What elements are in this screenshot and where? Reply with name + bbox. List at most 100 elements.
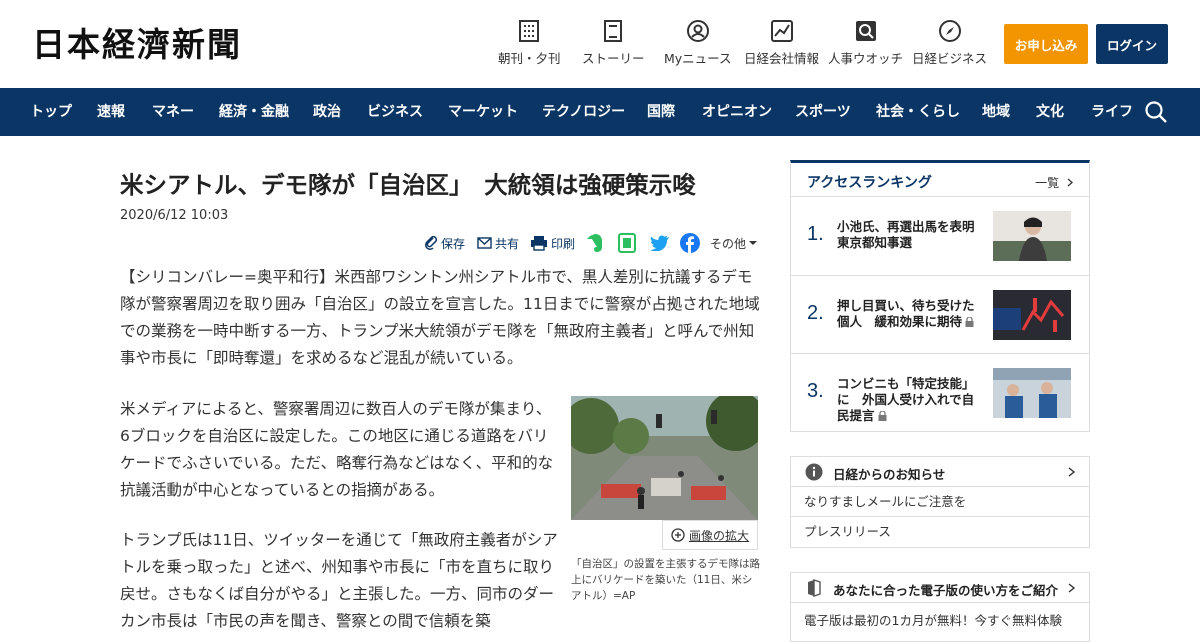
access-ranking: アクセスランキング 一覧 1. 小池氏、再選出馬を表明 東京都知事選 2. 押し… (790, 160, 1090, 432)
nav-item-technology[interactable]: テクノロジー (542, 88, 625, 136)
nav-item-international[interactable]: 国際 (647, 88, 675, 136)
ranking-headline: コンビニも「特定技能」に 外国人受け入れで自民提言 (837, 376, 982, 424)
evernote-icon (587, 234, 602, 252)
ranking-headline-text: 押し目買い、待ち受けた個人 緩和効果に期待 (837, 297, 975, 329)
util-label: 人事ウオッチ (828, 51, 904, 66)
site-header: 日本経濟新聞 朝刊・夕刊 ストーリー Myニュース 日経会社情報 人事ウオッチ (0, 0, 1200, 88)
nav-item-market[interactable]: マーケット (448, 88, 518, 136)
lock-icon (965, 316, 974, 327)
nav-item-culture[interactable]: 文化 (1036, 88, 1064, 136)
share-label: 共有 (495, 236, 520, 251)
ranking-item[interactable]: 2. 押し目買い、待ち受けた個人 緩和効果に期待 (791, 276, 1089, 354)
notice-item[interactable]: なりすましメールにご注意を (791, 487, 1089, 517)
nav-item-region[interactable]: 地域 (982, 88, 1010, 136)
printer-icon (531, 236, 547, 251)
login-button[interactable]: ログイン (1096, 24, 1168, 64)
nav-item-breaking[interactable]: 速報 (97, 88, 125, 136)
search-person-icon (855, 20, 877, 42)
ranking-number: 2. (807, 301, 824, 324)
save-label: 保存 (441, 236, 466, 251)
util-company-info[interactable]: 日経会社情報 (744, 20, 819, 67)
guide-book-icon (808, 579, 821, 597)
book-icon (602, 20, 624, 42)
article-title: 米シアトル、デモ隊が「自治区」 大統領は強硬策示唆 (120, 171, 696, 199)
util-label: 日経ビジネス (912, 51, 988, 66)
article-date: 2020/6/12 10:03 (120, 208, 229, 223)
ranking-header: アクセスランキング 一覧 (791, 163, 1089, 197)
digital-guide-header[interactable]: あなたに合った電子版の使い方をご紹介 (791, 573, 1089, 603)
util-label: 日経会社情報 (744, 51, 820, 66)
other-label: その他 (710, 236, 747, 251)
ranking-item[interactable]: 1. 小池氏、再選出馬を表明 東京都知事選 (791, 197, 1089, 276)
nav-item-money[interactable]: マネー (152, 88, 194, 136)
search-icon[interactable] (1144, 100, 1168, 124)
clip-icon (618, 233, 636, 253)
print-tool[interactable]: 印刷 (530, 232, 575, 254)
image-zoom-button[interactable]: 画像の拡大 (662, 520, 758, 550)
article-paragraph: トランプ氏は11日、ツイッターを通じて「無政府主義者がシアトルを乗っ取った」と述… (120, 531, 558, 630)
ranking-headline-text: コンビニも「特定技能」に 外国人受け入れで自民提言 (837, 376, 975, 423)
clip-button[interactable] (618, 232, 636, 254)
digital-edition-guide: あなたに合った電子版の使い方をご紹介 電子版は最初の1カ月が無料！今すぐ無料体験 (790, 572, 1090, 642)
nav-item-opinion[interactable]: オピニオン (702, 88, 772, 136)
other-tools[interactable]: その他 (710, 232, 758, 254)
apply-button[interactable]: お申し込み (1004, 24, 1088, 64)
notice-item[interactable]: プレスリリース (791, 517, 1089, 547)
ranking-all-link[interactable]: 一覧 (1035, 174, 1073, 191)
util-personnel-watch[interactable]: 人事ウオッチ (828, 20, 903, 67)
util-nikkei-business[interactable]: 日経ビジネス (912, 20, 987, 67)
zoom-in-icon (671, 528, 685, 542)
caret-down-icon (749, 241, 758, 245)
nav-item-life[interactable]: ライフ (1091, 88, 1133, 136)
facebook-icon (680, 233, 700, 253)
newspaper-icon (518, 20, 540, 42)
chart-icon (770, 20, 793, 42)
util-label: 朝刊・夕刊 (498, 51, 561, 66)
info-icon (805, 463, 823, 481)
lock-icon (878, 411, 887, 421)
facebook-button[interactable] (680, 232, 700, 254)
ranking-headline: 小池氏、再選出馬を表明 東京都知事選 (837, 219, 988, 250)
chevron-right-icon (1068, 583, 1075, 593)
bookmark-icon (425, 236, 438, 250)
nikkei-logo[interactable]: 日本経濟新聞 (32, 25, 242, 65)
free-trial-link[interactable]: 電子版は最初の1カ月が無料！今すぐ無料体験 (791, 603, 1089, 629)
ranking-title: アクセスランキング (807, 175, 932, 191)
ranking-headline: 押し目買い、待ち受けた個人 緩和効果に期待 (837, 298, 982, 330)
chevron-right-icon (1068, 467, 1075, 477)
util-story[interactable]: ストーリー (582, 20, 645, 67)
util-my-news[interactable]: Myニュース (664, 20, 732, 67)
mail-icon (477, 237, 492, 249)
compass-icon (938, 20, 961, 42)
nav-item-society[interactable]: 社会・くらし (876, 88, 960, 136)
ranking-number: 3. (807, 380, 824, 402)
ranking-thumbnail (993, 289, 1071, 340)
nav-item-top[interactable]: トップ (30, 88, 72, 136)
nav-item-business[interactable]: ビジネス (367, 88, 423, 136)
image-zoom-label: 画像の拡大 (688, 528, 749, 543)
util-paper-edition[interactable]: 朝刊・夕刊 (498, 20, 561, 67)
print-label: 印刷 (551, 236, 576, 251)
photo-caption: 「自治区」の設置を主張するデモ隊は路上にバリケードを築いた（11日、米シアトル）… (571, 558, 760, 602)
save-tool[interactable]: 保存 (424, 232, 465, 254)
twitter-icon (650, 235, 669, 251)
ranking-thumbnail (993, 368, 1071, 418)
util-label: Myニュース (664, 51, 732, 66)
nav-item-politics[interactable]: 政治 (313, 88, 341, 136)
ranking-item[interactable]: 3. コンビニも「特定技能」に 外国人受け入れで自民提言 (791, 354, 1089, 433)
notices-header[interactable]: 日経からのお知らせ (791, 457, 1089, 487)
chevron-right-icon (1067, 178, 1073, 187)
notices-title: 日経からのお知らせ (833, 467, 946, 482)
evernote-button[interactable] (586, 232, 604, 254)
util-label: ストーリー (582, 51, 645, 66)
nav-item-sports[interactable]: スポーツ (795, 88, 851, 136)
nav-item-economy[interactable]: 経済・金融 (219, 88, 289, 136)
twitter-button[interactable] (650, 232, 670, 254)
digital-guide-title: あなたに合った電子版の使い方をご紹介 (833, 583, 1059, 598)
nikkei-notices: 日経からのお知らせ なりすましメールにご注意を プレスリリース (790, 456, 1090, 548)
user-icon (686, 20, 709, 42)
share-tool[interactable]: 共有 (477, 232, 519, 254)
article-photo[interactable] (571, 396, 758, 520)
main-nav: トップ 速報 マネー 経済・金融 政治 ビジネス マーケット テクノロジー 国際… (0, 88, 1200, 136)
ranking-all-label: 一覧 (1035, 176, 1060, 190)
